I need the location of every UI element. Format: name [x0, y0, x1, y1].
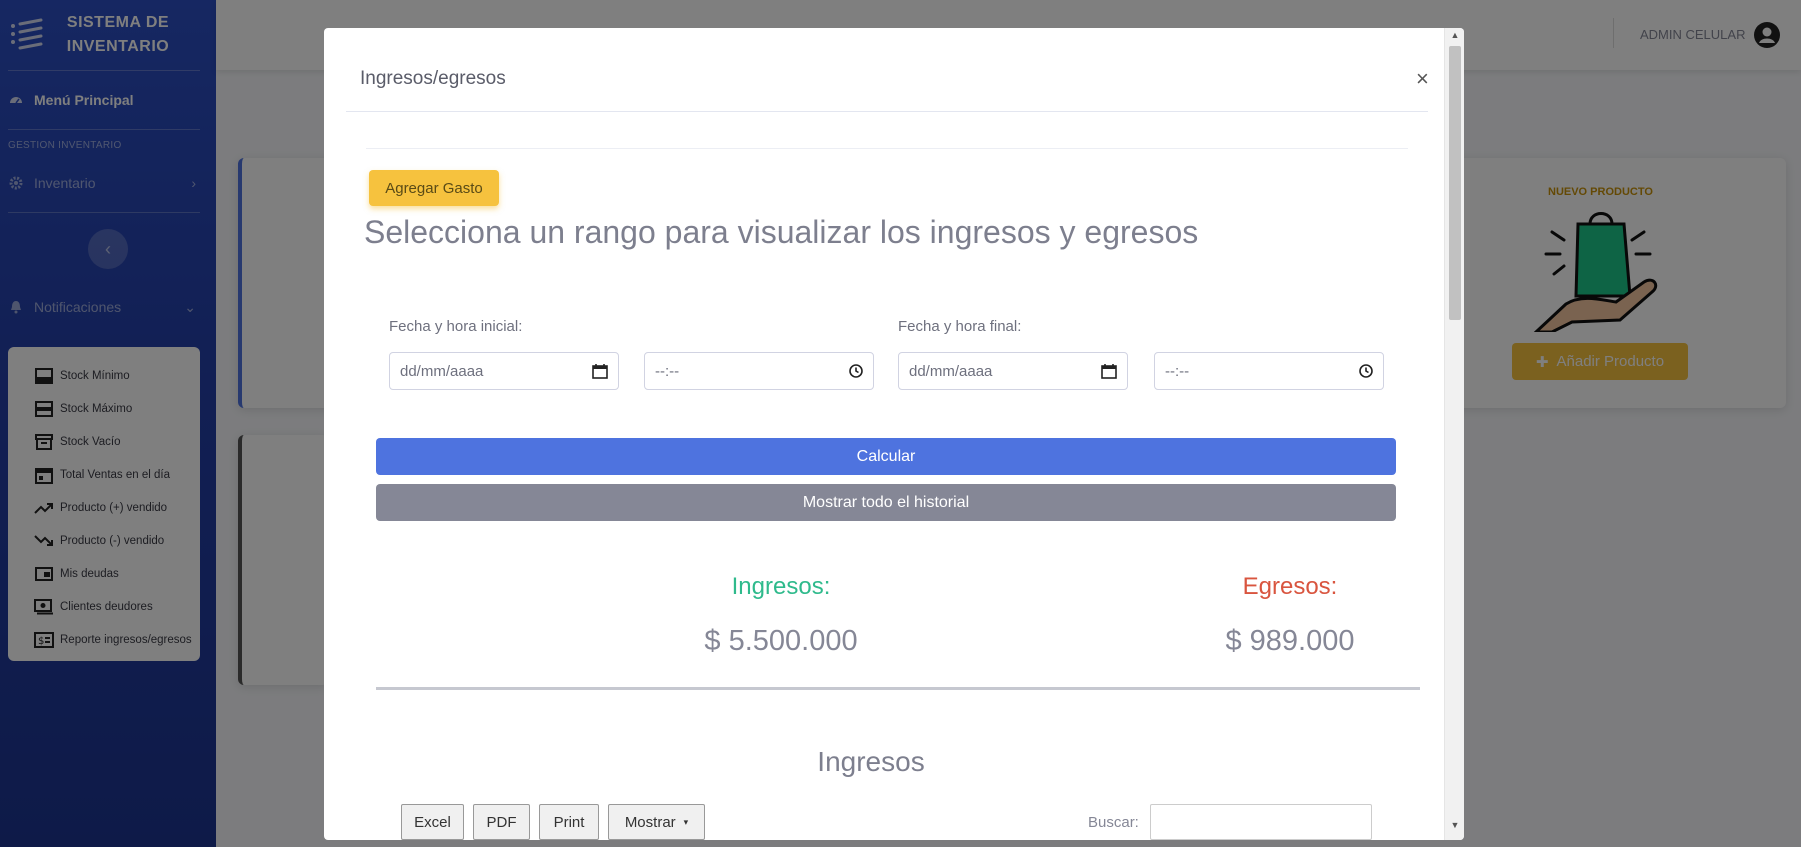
clock-icon — [1359, 364, 1373, 378]
time-placeholder: --:-- — [1165, 362, 1190, 380]
expense-label: Egresos: — [1242, 573, 1338, 600]
summary-divider — [376, 687, 1420, 690]
scroll-up-arrow-icon[interactable]: ▲ — [1445, 30, 1464, 46]
income-section-title: Ingresos — [817, 746, 925, 777]
scroll-down-arrow-icon[interactable]: ▼ — [1445, 820, 1464, 836]
start-datetime-label: Fecha y hora inicial: — [389, 318, 523, 335]
date-placeholder: dd/mm/aaaa — [909, 362, 993, 380]
end-time-input[interactable]: --:-- — [1154, 352, 1384, 390]
print-button[interactable]: Print — [539, 804, 599, 840]
end-date-input[interactable]: dd/mm/aaaa — [898, 352, 1128, 390]
income-value: $ 5.500.000 — [704, 625, 858, 657]
range-title: Selecciona un rango para visualizar los … — [364, 214, 1199, 250]
show-entries-label: Mostrar — [624, 813, 676, 831]
income-label: Ingresos: — [731, 573, 831, 600]
modal-header: Ingresos/egresos × — [346, 28, 1429, 112]
calculate-button[interactable]: Calcular — [376, 438, 1396, 475]
search-input[interactable] — [1150, 804, 1372, 840]
expense-value: $ 989.000 — [1225, 625, 1355, 657]
start-date-input[interactable]: dd/mm/aaaa — [389, 352, 619, 390]
date-placeholder: dd/mm/aaaa — [400, 362, 484, 380]
end-datetime-label: Fecha y hora final: — [898, 318, 1022, 335]
modal-scrollbar[interactable]: ▲ ▼ — [1444, 28, 1464, 840]
add-expense-button[interactable]: Agregar Gasto — [369, 170, 499, 206]
divider — [366, 148, 1408, 149]
clock-icon — [849, 364, 863, 378]
scrollbar-thumb[interactable] — [1449, 46, 1461, 320]
close-button[interactable]: × — [1416, 66, 1429, 92]
time-placeholder: --:-- — [655, 362, 680, 380]
calendar-icon — [592, 364, 608, 379]
modal-title: Ingresos/egresos — [360, 68, 506, 89]
income-expense-modal: Ingresos/egresos × Agregar Gasto Selecci… — [324, 28, 1464, 840]
calendar-icon — [1101, 364, 1117, 379]
show-entries-dropdown[interactable]: Mostrar ▾ — [608, 804, 705, 840]
show-history-button[interactable]: Mostrar todo el historial — [376, 484, 1396, 521]
caret-down-icon: ▾ — [683, 816, 689, 827]
search-label: Buscar: — [1088, 814, 1139, 831]
start-time-input[interactable]: --:-- — [644, 352, 874, 390]
export-pdf-button[interactable]: PDF — [473, 804, 530, 840]
export-excel-button[interactable]: Excel — [401, 804, 464, 840]
